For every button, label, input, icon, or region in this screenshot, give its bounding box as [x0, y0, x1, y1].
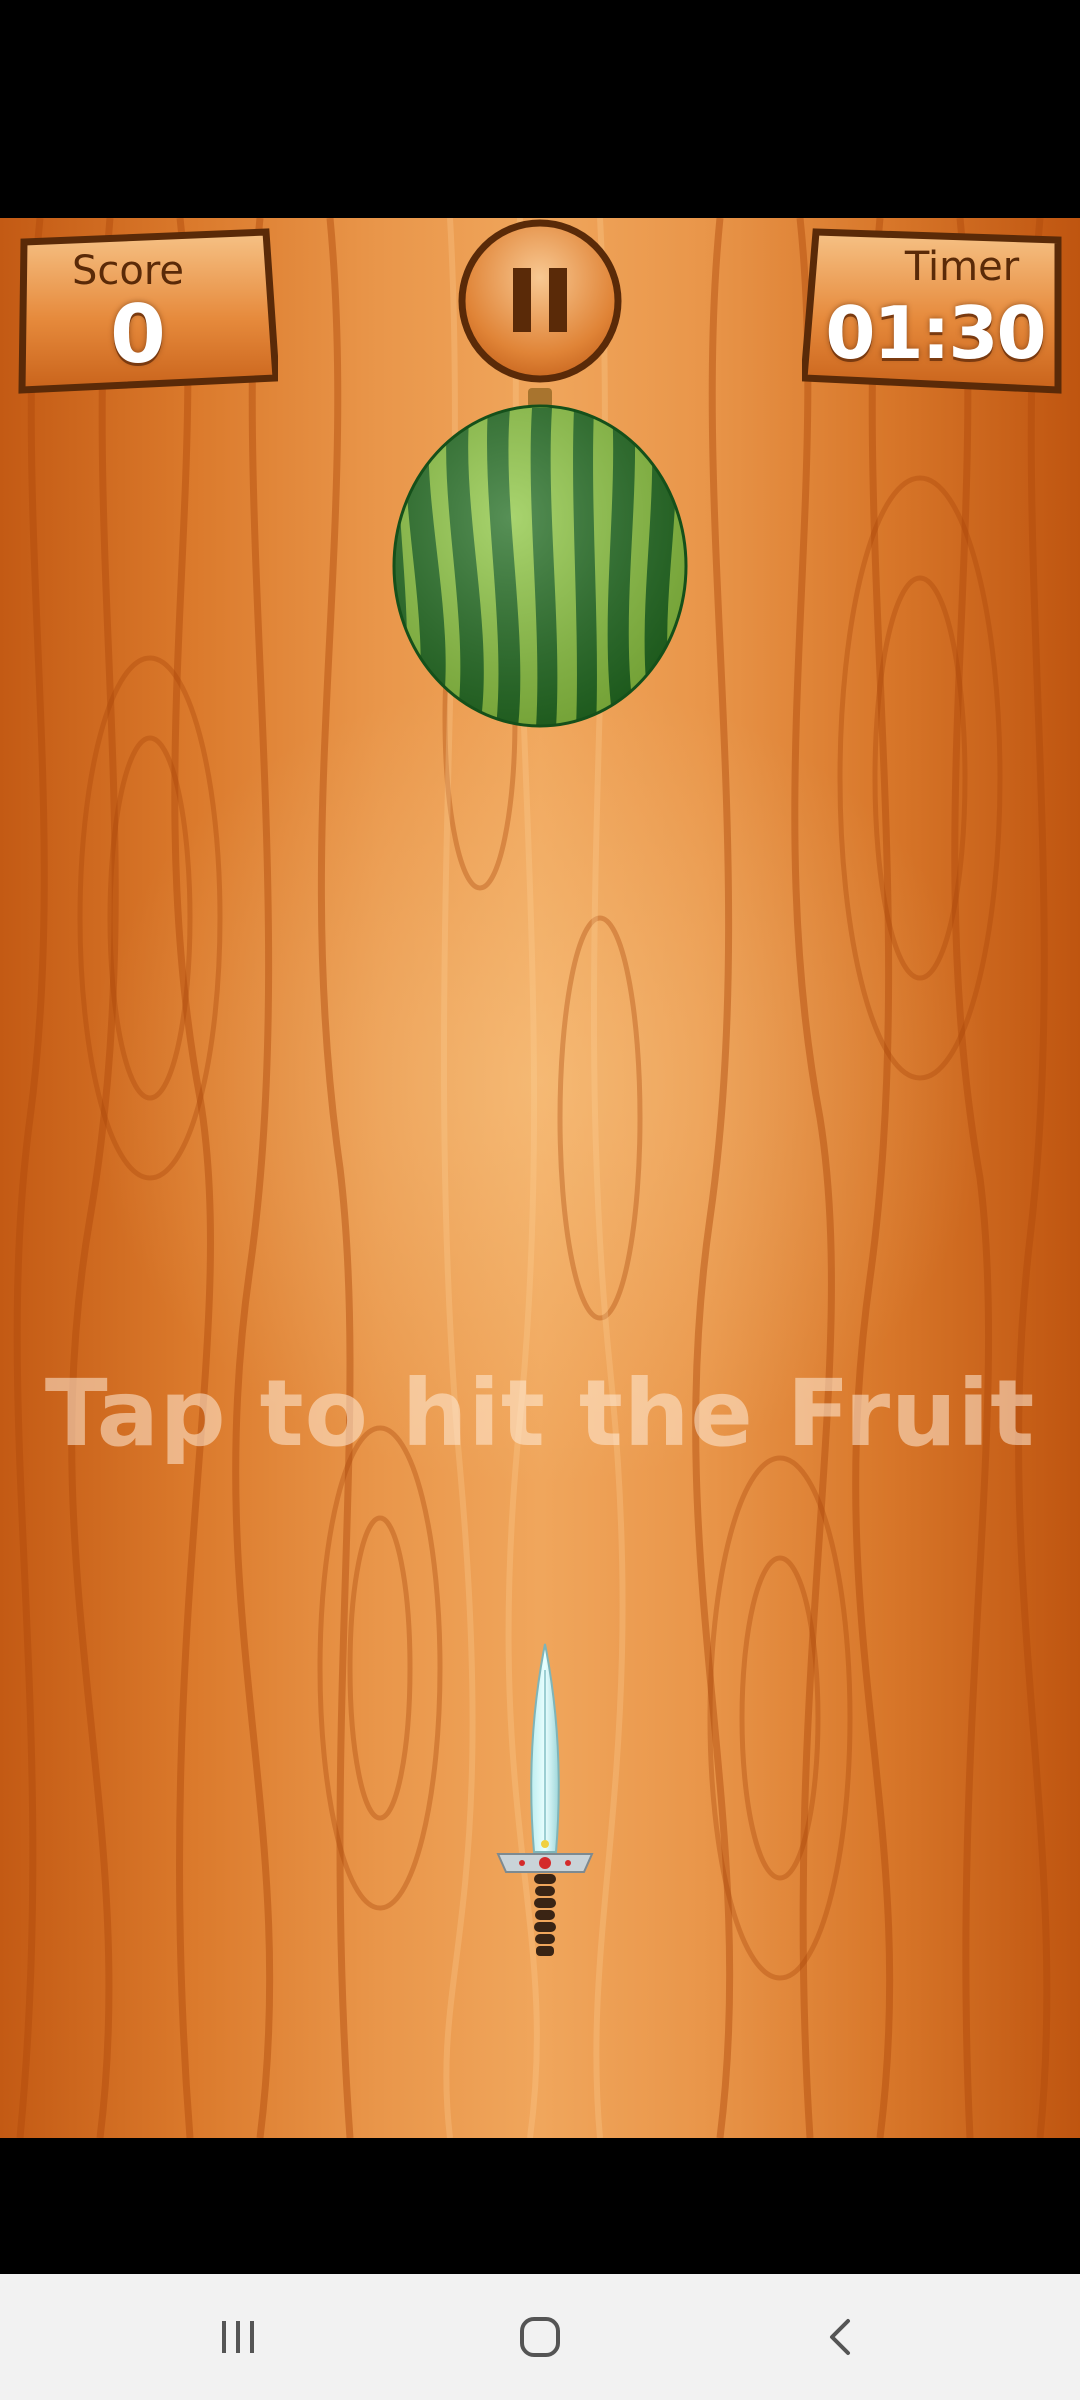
- home-icon: [520, 2317, 560, 2357]
- score-panel: Score 0: [18, 228, 278, 394]
- knife-icon[interactable]: [490, 1640, 600, 1960]
- pause-button[interactable]: [457, 218, 623, 384]
- home-button[interactable]: [440, 2274, 640, 2400]
- tap-hint: Tap to hit the Fruit: [44, 1360, 1036, 1467]
- timer-value: 01:30: [825, 291, 1046, 375]
- timer-panel: Timer 01:30: [802, 228, 1062, 394]
- back-icon: [830, 2319, 850, 2355]
- game-screen: Score 0 Timer 01:30 Tap to hit the Fruit: [0, 0, 1080, 2400]
- watermelon-icon[interactable]: [390, 388, 690, 728]
- timer-label: Timer: [904, 244, 1020, 290]
- status-bar-area: [0, 0, 1080, 218]
- bottom-bar-area: [0, 2138, 1080, 2274]
- score-value: 0: [110, 288, 166, 381]
- back-button[interactable]: [742, 2274, 942, 2400]
- pause-icon: [458, 219, 622, 383]
- navigation-bar: [0, 2274, 1080, 2400]
- recent-apps-button[interactable]: [138, 2274, 338, 2400]
- recent-apps-icon: [222, 2321, 254, 2353]
